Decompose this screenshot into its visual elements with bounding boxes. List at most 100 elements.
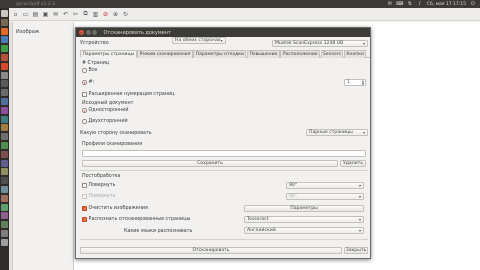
- clock[interactable]: Сб, мая 17 17:15: [427, 2, 466, 7]
- maximize-window-icon[interactable]: [92, 30, 97, 35]
- checkbox-checked-icon: [82, 206, 87, 211]
- app-icon[interactable]: [1, 133, 8, 141]
- rotate-icon[interactable]: ↻: [122, 11, 129, 18]
- chevron-down-icon: ▾: [362, 41, 365, 46]
- tab-sensors[interactable]: Sensors: [320, 50, 344, 58]
- source-group-title: Исходный документ: [82, 101, 134, 106]
- save-icon[interactable]: ▣: [42, 11, 49, 18]
- paste-icon[interactable]: ▥: [92, 11, 99, 18]
- volume-icon[interactable]: ♪: [417, 1, 423, 7]
- network-icon[interactable]: ⇅: [407, 1, 413, 7]
- app-icon[interactable]: [1, 194, 8, 202]
- rotate2-angle-select[interactable]: 90° ▾: [286, 193, 364, 200]
- stop-icon[interactable]: ⊘: [102, 11, 109, 18]
- side-select[interactable]: Парные страницы ▾: [306, 129, 368, 136]
- app-icon[interactable]: [1, 141, 8, 149]
- rotate-side-select[interactable]: На обеих сторонах ▾: [172, 37, 226, 44]
- power-icon[interactable]: ⏻: [470, 1, 476, 7]
- clean-images-label: Очистить изображения: [88, 206, 148, 211]
- profile-list[interactable]: [82, 150, 366, 157]
- checkbox-checked-icon: [82, 217, 87, 222]
- tab-page-params[interactable]: Параметры страницы: [80, 50, 137, 58]
- new-icon[interactable]: ▫: [12, 11, 19, 18]
- ocr-language-label: Какие языки распознавать: [124, 229, 193, 234]
- writer-icon[interactable]: [1, 36, 8, 44]
- dash-icon[interactable]: [1, 10, 8, 17]
- rotate2-checkbox[interactable]: Повернуть: [82, 194, 115, 199]
- tab-geometry[interactable]: Расположение: [280, 50, 321, 58]
- calc-icon[interactable]: [1, 45, 8, 53]
- chevron-down-icon: ▾: [358, 228, 361, 233]
- ocr-checkbox[interactable]: Распознать отсканированные страницы: [82, 217, 190, 222]
- app-icon[interactable]: [1, 115, 8, 123]
- clean-params-button[interactable]: Параметры: [244, 205, 364, 212]
- minimize-window-icon[interactable]: [85, 30, 91, 35]
- app-icon[interactable]: [1, 89, 8, 97]
- chevron-down-icon: ▾: [220, 38, 223, 43]
- email-icon[interactable]: ✉: [52, 11, 59, 18]
- copy-icon[interactable]: ⧉: [82, 10, 89, 18]
- app-icon[interactable]: [1, 221, 8, 229]
- pages-all-radio[interactable]: Все: [82, 68, 97, 73]
- app-icon[interactable]: [1, 150, 8, 158]
- tab-enhancement[interactable]: Повышение: [246, 50, 280, 58]
- extended-numbering-checkbox[interactable]: Расширенная нумерация страниц: [82, 92, 174, 97]
- ocr-label: Распознать отсканированные страницы: [88, 217, 191, 222]
- app-icon[interactable]: [1, 185, 8, 193]
- window-title: gscan2pdf v1.2.3: [16, 1, 55, 7]
- app-icon[interactable]: [1, 229, 8, 237]
- tab-scan-mode[interactable]: Режим сканирования: [137, 50, 193, 58]
- ocr-language-select[interactable]: Английский ▾: [244, 227, 364, 234]
- pages-n-radio[interactable]: #:: [82, 80, 94, 85]
- radio-icon: [82, 119, 87, 124]
- close-button[interactable]: Закрыть: [344, 247, 368, 254]
- trash-icon[interactable]: [1, 238, 8, 246]
- app-icon[interactable]: [1, 212, 8, 220]
- rotate-angle-select[interactable]: 90° ▾: [286, 182, 364, 189]
- chevron-down-icon: ▾: [358, 194, 361, 199]
- app-icon[interactable]: [1, 97, 8, 105]
- tab-buttons[interactable]: Кнопки: [343, 50, 367, 58]
- app-icon[interactable]: [1, 159, 8, 167]
- zoom-icon[interactable]: ⊕: [112, 11, 119, 18]
- tab-debug[interactable]: Параметры отладки: [193, 50, 247, 58]
- single-sided-radio[interactable]: Односторонний: [82, 108, 129, 113]
- pages-count-spinner[interactable]: 1 ▲ ▼: [344, 79, 366, 86]
- app-icon[interactable]: [1, 177, 8, 185]
- app-icon[interactable]: [1, 106, 8, 114]
- open-icon[interactable]: ▭: [22, 11, 29, 18]
- keyboard-layout-icon[interactable]: ⌨: [396, 1, 403, 7]
- rotate-checkbox[interactable]: Повернуть: [82, 183, 115, 188]
- close-window-icon[interactable]: ×: [79, 30, 84, 35]
- app-icon[interactable]: [1, 203, 8, 211]
- pages-group-title: # Страниц: [82, 61, 110, 66]
- impress-icon[interactable]: [1, 53, 8, 61]
- rotate-label: Повернуть: [88, 183, 116, 188]
- ocr-engine-select[interactable]: Tesseract ▾: [244, 216, 364, 223]
- double-sided-radio[interactable]: Двухсторонний: [82, 119, 128, 124]
- side-label: Какую сторону сканировать: [80, 131, 152, 136]
- delete-profile-button[interactable]: Удалить: [340, 160, 366, 167]
- clean-images-checkbox[interactable]: Очистить изображения: [82, 206, 148, 211]
- files-icon[interactable]: [1, 18, 8, 26]
- cut-icon[interactable]: ✂: [72, 11, 79, 18]
- mail-icon[interactable]: ✉: [387, 1, 393, 7]
- undo-icon[interactable]: ↶: [62, 11, 69, 18]
- scan-icon[interactable]: ▤: [32, 11, 39, 18]
- separator: [80, 170, 368, 171]
- rotate-side-value: На обеих сторонах: [175, 38, 221, 43]
- top-panel: gscan2pdf v1.2.3 ✉ ⌨ ⇅ ♪ Сб, мая 17 17:1…: [0, 0, 480, 8]
- scan-button[interactable]: Отсканировать: [80, 247, 342, 254]
- device-label: Устройство: [80, 41, 109, 46]
- app-icon[interactable]: [1, 168, 8, 176]
- software-center-icon[interactable]: [1, 62, 8, 70]
- tab-bar: Параметры страницы Режим сканирования Па…: [80, 50, 370, 58]
- app-icon[interactable]: [1, 124, 8, 132]
- browser-icon[interactable]: [1, 27, 8, 35]
- save-profile-button[interactable]: Сохранить: [82, 160, 338, 167]
- single-sided-label: Односторонний: [88, 108, 129, 113]
- settings-icon[interactable]: [1, 71, 8, 79]
- device-select[interactable]: Mustek ScanExpress 1248 UB ▾: [272, 40, 368, 47]
- radio-icon: [82, 68, 87, 73]
- terminal-icon[interactable]: [1, 80, 8, 88]
